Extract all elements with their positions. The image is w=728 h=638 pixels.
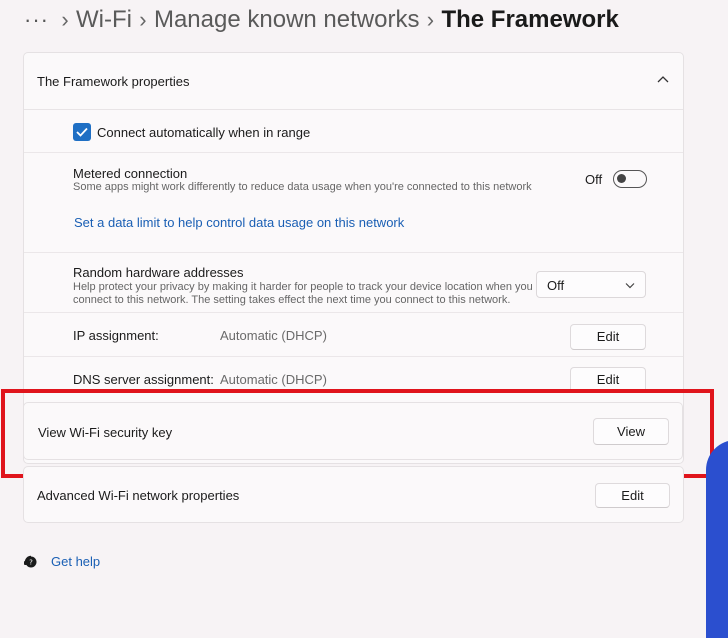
more-icon[interactable]: ··· [24, 9, 54, 31]
random-hardware-dropdown[interactable]: Off [536, 271, 646, 298]
connect-automatically-label: Connect automatically when in range [97, 125, 311, 140]
divider [24, 252, 683, 253]
divider [24, 356, 683, 357]
advanced-properties-label: Advanced Wi-Fi network properties [37, 488, 240, 503]
chevron-right-icon: › [61, 7, 69, 32]
chevron-right-icon: › [139, 7, 147, 32]
dropdown-value: Off [547, 278, 565, 293]
dns-assignment-value: Automatic (DHCP) [220, 372, 327, 387]
svg-text:?: ? [29, 559, 33, 567]
ip-assignment-value: Automatic (DHCP) [220, 328, 327, 343]
ip-assignment-label: IP assignment: [73, 328, 159, 343]
checkmark-icon [76, 127, 88, 137]
dns-assignment-label: DNS server assignment: [73, 372, 214, 387]
random-hardware-description-line1: Help protect your privacy by making it h… [73, 281, 533, 293]
divider [24, 312, 683, 313]
chevron-up-icon[interactable] [657, 75, 669, 85]
ip-edit-button[interactable]: Edit [570, 324, 646, 350]
help-icon: ? [24, 555, 37, 568]
random-hardware-description-line2: connect to this network. The setting tak… [73, 294, 511, 306]
breadcrumb-manage-known-networks[interactable]: Manage known networks [154, 8, 419, 32]
advanced-properties-card: Advanced Wi-Fi network properties Edit [23, 466, 684, 523]
chevron-down-icon [625, 283, 635, 289]
metered-connection-toggle[interactable] [613, 170, 647, 188]
breadcrumb-wifi[interactable]: Wi-Fi [76, 8, 132, 32]
breadcrumb: ··· › Wi-Fi › Manage known networks › Th… [24, 4, 619, 36]
advanced-edit-button[interactable]: Edit [595, 483, 670, 508]
page-title: The Framework [441, 6, 619, 33]
data-limit-link[interactable]: Set a data limit to help control data us… [74, 215, 404, 230]
random-hardware-label: Random hardware addresses [73, 265, 244, 280]
highlight-box [1, 389, 714, 478]
properties-header[interactable]: The Framework properties [24, 53, 683, 110]
chevron-right-icon: › [426, 7, 435, 32]
divider [24, 152, 683, 153]
get-help-link[interactable]: Get help [51, 554, 100, 569]
toggle-knob [617, 174, 626, 183]
metered-connection-label: Metered connection [73, 166, 188, 181]
wallpaper-edge [706, 440, 728, 638]
metered-toggle-state: Off [585, 172, 603, 187]
connect-automatically-checkbox[interactable] [73, 123, 91, 141]
properties-title: The Framework properties [37, 74, 190, 89]
metered-connection-description: Some apps might work differently to redu… [73, 181, 532, 193]
